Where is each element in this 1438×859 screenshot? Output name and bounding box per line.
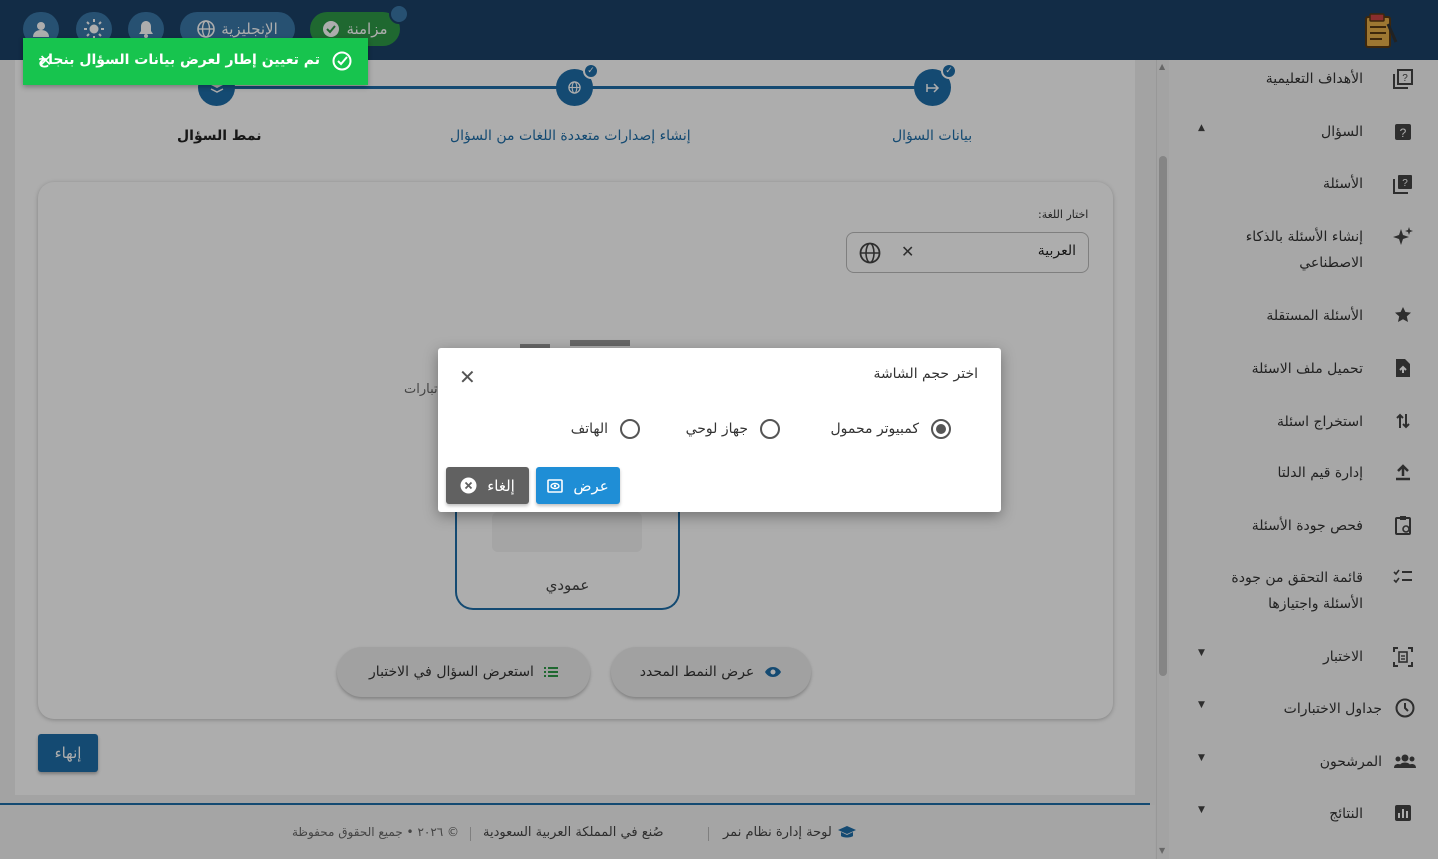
close-icon[interactable]: ✕	[459, 367, 476, 387]
dialog-title: اختر حجم الشاشة	[873, 366, 978, 382]
view-button[interactable]: عرض	[536, 467, 620, 504]
screen-size-dialog: اختر حجم الشاشة ✕ كمبيوتر محمول جهاز لوح…	[438, 348, 1001, 512]
close-icon[interactable]: ✕	[39, 51, 52, 70]
radio-tablet[interactable]: جهاز لوحي	[686, 419, 780, 439]
cancel-circle-icon	[460, 477, 477, 494]
radio-button[interactable]	[760, 419, 780, 439]
radio-phone[interactable]: الهاتف	[571, 419, 640, 439]
check-circle-icon	[332, 51, 352, 71]
radio-label: الهاتف	[570, 421, 608, 437]
toast-message: تم تعيين إطار لعرض بيانات السؤال بنجاح	[38, 52, 320, 68]
radio-button[interactable]	[620, 419, 640, 439]
view-button-label: عرض	[573, 476, 609, 495]
radio-label: جهاز لوحي	[685, 421, 748, 437]
radio-laptop[interactable]: كمبيوتر محمول	[830, 419, 951, 439]
preview-icon	[547, 478, 564, 493]
radio-button-checked[interactable]	[931, 419, 951, 439]
cancel-button-label: إلغاء	[487, 476, 515, 495]
radio-label: كمبيوتر محمول	[830, 421, 919, 437]
success-toast: تم تعيين إطار لعرض بيانات السؤال بنجاح ✕	[23, 38, 368, 85]
cancel-button[interactable]: إلغاء	[446, 467, 529, 504]
